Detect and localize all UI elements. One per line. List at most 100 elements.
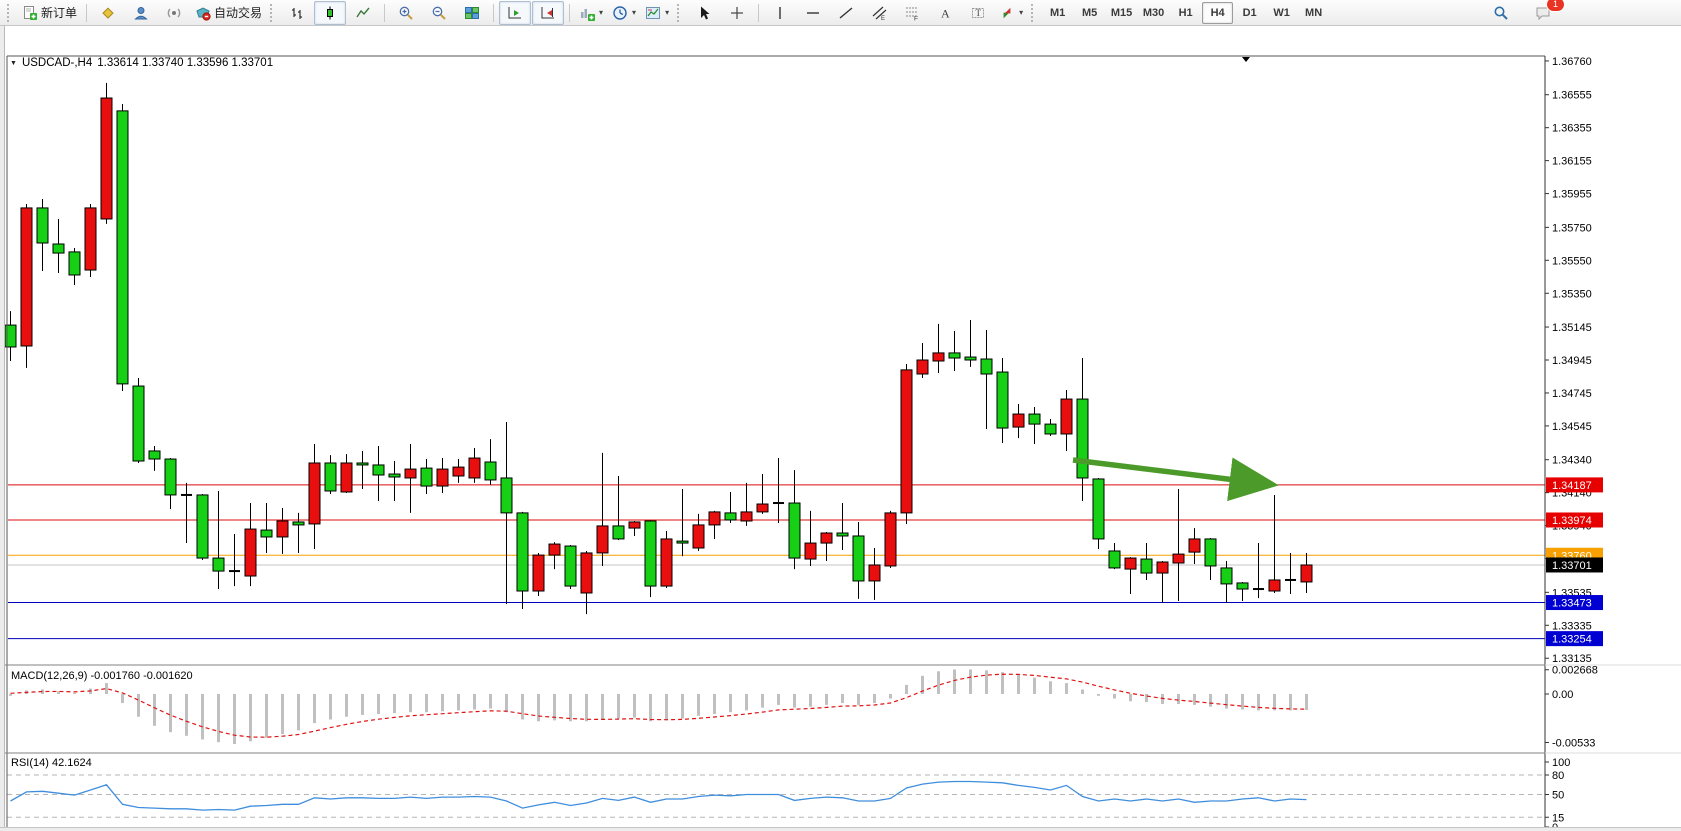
zoom-out-button[interactable] — [423, 1, 455, 25]
timeframe-m15[interactable]: M15 — [1106, 2, 1137, 24]
text-label-icon: T — [970, 5, 986, 21]
auto-scroll-icon — [507, 5, 523, 21]
zoom-in-button[interactable] — [390, 1, 422, 25]
timeframe-h1[interactable]: H1 — [1170, 2, 1201, 24]
fibonacci-button[interactable]: F — [896, 1, 928, 25]
candle — [453, 459, 464, 483]
timeframe-m1[interactable]: M1 — [1042, 2, 1073, 24]
candle — [293, 513, 304, 553]
svg-text:1.33974: 1.33974 — [1552, 515, 1592, 527]
text-label-button[interactable]: T — [962, 1, 994, 25]
chart-shift-button[interactable] — [532, 1, 564, 25]
timeframe-mn[interactable]: MN — [1298, 2, 1329, 24]
candle — [1189, 528, 1200, 564]
candle — [373, 446, 384, 501]
periods-button[interactable]: ▾ — [608, 1, 640, 25]
toolbar-grip[interactable] — [7, 4, 14, 22]
indicators-icon — [579, 5, 595, 21]
tile-windows-button[interactable] — [456, 1, 488, 25]
search-button[interactable] — [1485, 1, 1517, 25]
candle — [741, 483, 752, 526]
bar-chart-button[interactable] — [281, 1, 313, 25]
window-bottom-edge — [0, 827, 1681, 831]
candle — [965, 320, 976, 367]
price-axis-label: 1.35350 — [1552, 288, 1592, 300]
chart-title: ▼ USDCAD-,H4 1.33614 1.33740 1.33596 1.3… — [10, 57, 273, 69]
auto-trading-icon — [195, 5, 211, 21]
svg-text:1.33473: 1.33473 — [1552, 598, 1592, 610]
timeframe-h4[interactable]: H4 — [1202, 2, 1233, 24]
cursor-icon — [696, 5, 712, 21]
templates-button[interactable]: ▾ — [641, 1, 673, 25]
text-button[interactable]: A — [929, 1, 961, 25]
candle — [1301, 553, 1312, 593]
toolbar-grip[interactable] — [1031, 4, 1038, 22]
candle — [629, 521, 640, 536]
toolbar-separator — [569, 4, 570, 22]
signal-button[interactable] — [158, 1, 190, 25]
arrows-button[interactable]: ▾ — [995, 1, 1027, 25]
chat-button[interactable]: 1 — [1527, 1, 1559, 25]
timeframe-m30[interactable]: M30 — [1138, 2, 1169, 24]
new-order-button[interactable]: 新订单 — [18, 1, 81, 25]
macd-signal-line — [11, 674, 1307, 737]
candlestick-chart-button[interactable] — [314, 1, 346, 25]
svg-text:1.33701: 1.33701 — [1552, 560, 1592, 572]
equidistant-channel-button[interactable]: E — [863, 1, 895, 25]
svg-text:F: F — [914, 15, 918, 21]
candle — [1045, 419, 1056, 436]
timeframe-w1[interactable]: W1 — [1266, 2, 1297, 24]
candle — [837, 503, 848, 550]
timeframe-m5[interactable]: M5 — [1074, 2, 1105, 24]
clock-icon — [612, 5, 628, 21]
arrows-icon — [999, 5, 1015, 21]
timeframe-d1[interactable]: D1 — [1234, 2, 1265, 24]
candle — [1013, 404, 1024, 438]
fibonacci-icon: F — [904, 5, 920, 21]
notification-badge: 1 — [1546, 0, 1565, 12]
vertical-line-icon — [772, 5, 788, 21]
toolbar-grip[interactable] — [270, 4, 277, 22]
chevron-down-icon: ▾ — [1019, 8, 1023, 17]
candle — [389, 461, 400, 501]
candle — [1109, 543, 1120, 569]
price-badge: 1.33254 — [1546, 631, 1603, 646]
candle — [165, 458, 176, 509]
auto-trading-button[interactable]: 自动交易 — [191, 1, 266, 25]
indicators-button[interactable]: ▾ — [575, 1, 607, 25]
candle — [613, 476, 624, 540]
toolbar-grip[interactable] — [677, 4, 684, 22]
chart-menu-icon[interactable]: ▼ — [10, 60, 17, 67]
rsi-pane[interactable]: 1008050150 — [0, 754, 1681, 831]
macd-pane[interactable]: 0.0026680.00-0.00533 — [0, 666, 1681, 754]
gold-ingot-button[interactable] — [92, 1, 124, 25]
candle — [517, 512, 528, 609]
price-axis-label: 1.34745 — [1552, 388, 1592, 400]
macd-axis-label: 0.00 — [1552, 689, 1573, 701]
price-badge: 1.34187 — [1546, 477, 1603, 492]
horizontal-line-button[interactable] — [797, 1, 829, 25]
text-icon: A — [937, 5, 953, 21]
trendline-button[interactable] — [830, 1, 862, 25]
window-left-frame — [0, 26, 5, 827]
chevron-down-icon: ▾ — [665, 8, 669, 17]
crosshair-button[interactable] — [721, 1, 753, 25]
rsi-line — [11, 782, 1307, 811]
candle — [229, 534, 240, 586]
rsi-axis-label: 100 — [1552, 757, 1570, 769]
horizontal-line-icon — [805, 5, 821, 21]
candle — [805, 511, 816, 566]
svg-text:1.33254: 1.33254 — [1552, 634, 1592, 646]
chart-shift-marker[interactable] — [1242, 57, 1250, 62]
candle — [933, 324, 944, 373]
user-button[interactable] — [125, 1, 157, 25]
zoom-in-icon — [398, 5, 414, 21]
auto-scroll-button[interactable] — [499, 1, 531, 25]
cursor-button[interactable] — [688, 1, 720, 25]
vertical-line-button[interactable] — [764, 1, 796, 25]
toolbar-separator — [384, 4, 385, 22]
main-price-pane[interactable]: 1.367601.365551.363551.361551.359551.357… — [0, 52, 1681, 666]
line-chart-button[interactable] — [347, 1, 379, 25]
candle — [757, 474, 768, 514]
macd-axis-label: -0.00533 — [1552, 737, 1595, 749]
